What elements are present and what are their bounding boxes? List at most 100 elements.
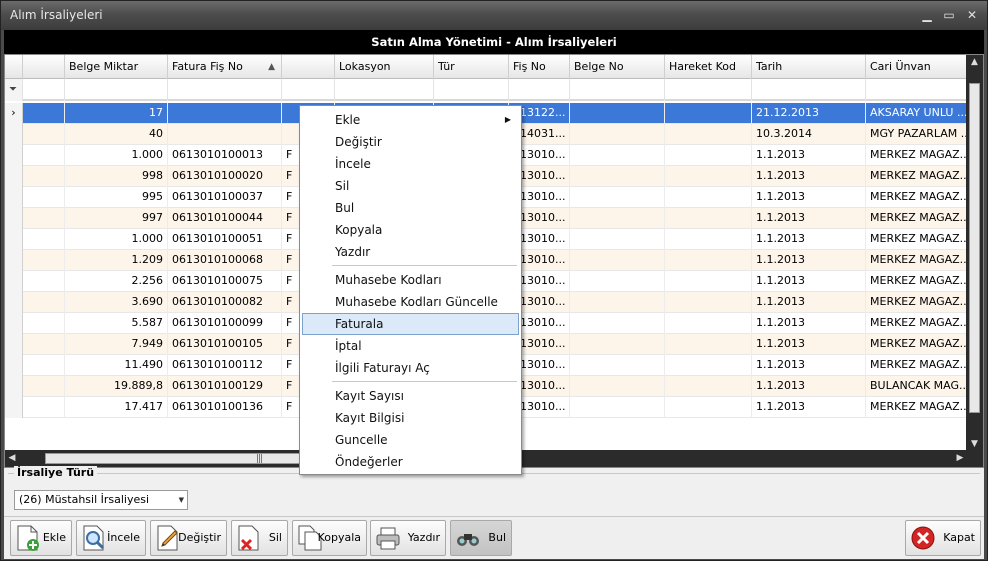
cell-tarih[interactable]: 1.1.2013 bbox=[752, 397, 866, 418]
filter-cell[interactable] bbox=[168, 79, 282, 101]
cell-belge-no[interactable] bbox=[570, 334, 665, 355]
menu-item-incele[interactable]: İncele bbox=[302, 153, 519, 175]
cell-tarih[interactable]: 1.1.2013 bbox=[752, 355, 866, 376]
filter-cell[interactable] bbox=[866, 79, 967, 101]
cell-blank[interactable] bbox=[23, 376, 65, 397]
cell-belge-no[interactable] bbox=[570, 124, 665, 145]
cell-belge-miktar[interactable]: 3.690 bbox=[65, 292, 168, 313]
cell-cari-unvan[interactable]: MERKEZ MAGAZ... bbox=[866, 397, 967, 418]
cell-belge-miktar[interactable]: 11.490 bbox=[65, 355, 168, 376]
close-window-button[interactable]: ✕ bbox=[964, 7, 980, 23]
cell-belge-no[interactable] bbox=[570, 355, 665, 376]
menu-item-ondegerler[interactable]: Öndeğerler bbox=[302, 451, 519, 473]
degistir-button[interactable]: Değiştir bbox=[150, 520, 227, 556]
cell-cari-unvan[interactable]: MERKEZ MAGAZ... bbox=[866, 187, 967, 208]
menu-item-ilgili-faturayi-ac[interactable]: İlgili Faturayı Aç bbox=[302, 357, 519, 379]
cell-hareket-kod[interactable] bbox=[665, 124, 752, 145]
cell-fatura-fis-no[interactable]: 0613010100051 bbox=[168, 229, 282, 250]
cell-belge-no[interactable] bbox=[570, 250, 665, 271]
menu-item-muhasebe-kodlari-guncelle[interactable]: Muhasebe Kodları Güncelle bbox=[302, 291, 519, 313]
window-titlebar[interactable]: Alım İrsaliyeleri ▁ ▭ ✕ bbox=[1, 1, 987, 30]
yazdir-button[interactable]: Yazdır bbox=[370, 520, 446, 556]
filter-cell[interactable] bbox=[282, 79, 335, 101]
cell-hareket-kod[interactable] bbox=[665, 145, 752, 166]
cell-blank[interactable] bbox=[23, 145, 65, 166]
column-header-blank[interactable] bbox=[23, 55, 65, 79]
cell-belge-no[interactable] bbox=[570, 166, 665, 187]
vertical-scrollbar[interactable]: ▲ ▼ bbox=[966, 55, 983, 451]
menu-item-kayit-bilgisi[interactable]: Kayıt Bilgisi bbox=[302, 407, 519, 429]
row-indicator[interactable] bbox=[5, 334, 23, 355]
cell-belge-miktar[interactable]: 17 bbox=[65, 103, 168, 124]
irsaliye-turu-select[interactable]: (26) Müstahsil İrsaliyesi ▼ bbox=[14, 490, 188, 510]
scroll-left-icon[interactable]: ◀ bbox=[5, 450, 19, 467]
cell-hareket-kod[interactable] bbox=[665, 334, 752, 355]
row-indicator[interactable] bbox=[5, 376, 23, 397]
cell-cari-unvan[interactable]: MERKEZ MAGAZ... bbox=[866, 145, 967, 166]
row-indicator[interactable] bbox=[5, 397, 23, 418]
cell-fatura-fis-no[interactable]: 0613010100105 bbox=[168, 334, 282, 355]
row-indicator[interactable] bbox=[5, 250, 23, 271]
cell-blank[interactable] bbox=[23, 103, 65, 124]
row-indicator[interactable] bbox=[5, 355, 23, 376]
scroll-right-icon[interactable]: ▶ bbox=[953, 450, 967, 467]
cell-cari-unvan[interactable]: MERKEZ MAGAZ... bbox=[866, 313, 967, 334]
menu-item-faturala[interactable]: Faturala bbox=[302, 313, 519, 335]
cell-hareket-kod[interactable] bbox=[665, 250, 752, 271]
cell-belge-no[interactable] bbox=[570, 229, 665, 250]
menu-item-guncelle[interactable]: Guncelle bbox=[302, 429, 519, 451]
cell-belge-no[interactable] bbox=[570, 103, 665, 124]
cell-belge-miktar[interactable]: 1.209 bbox=[65, 250, 168, 271]
cell-belge-no[interactable] bbox=[570, 271, 665, 292]
cell-tarih[interactable]: 1.1.2013 bbox=[752, 292, 866, 313]
cell-blank[interactable] bbox=[23, 397, 65, 418]
kapat-button[interactable]: Kapat bbox=[905, 520, 981, 556]
cell-belge-no[interactable] bbox=[570, 397, 665, 418]
cell-tarih[interactable]: 1.1.2013 bbox=[752, 145, 866, 166]
menu-item-muhasebe-kodlari[interactable]: Muhasebe Kodları bbox=[302, 269, 519, 291]
cell-cari-unvan[interactable]: MERKEZ MAGAZ... bbox=[866, 271, 967, 292]
cell-blank[interactable] bbox=[23, 271, 65, 292]
cell-tarih[interactable]: 10.3.2014 bbox=[752, 124, 866, 145]
cell-cari-unvan[interactable]: MERKEZ MAGAZ... bbox=[866, 334, 967, 355]
row-indicator[interactable]: › bbox=[5, 103, 23, 124]
cell-blank[interactable] bbox=[23, 124, 65, 145]
row-indicator[interactable] bbox=[5, 271, 23, 292]
cell-hareket-kod[interactable] bbox=[665, 292, 752, 313]
filter-row[interactable]: ⏷ bbox=[5, 79, 967, 101]
menu-item-iptal[interactable]: İptal bbox=[302, 335, 519, 357]
cell-fatura-fis-no[interactable] bbox=[168, 103, 282, 124]
cell-tarih[interactable]: 1.1.2013 bbox=[752, 313, 866, 334]
cell-blank[interactable] bbox=[23, 292, 65, 313]
column-header-fatura-fis-no[interactable]: Fatura Fiş No ▲ bbox=[168, 55, 282, 79]
cell-belge-miktar[interactable]: 40 bbox=[65, 124, 168, 145]
cell-belge-miktar[interactable]: 1.000 bbox=[65, 145, 168, 166]
menu-item-sil[interactable]: Sil bbox=[302, 175, 519, 197]
column-header-cari-unvan[interactable]: Cari Ünvan bbox=[866, 55, 967, 79]
cell-belge-miktar[interactable]: 17.417 bbox=[65, 397, 168, 418]
cell-hareket-kod[interactable] bbox=[665, 397, 752, 418]
filter-cell[interactable] bbox=[434, 79, 509, 101]
menu-item-degistir[interactable]: Değiştir bbox=[302, 131, 519, 153]
menu-item-bul[interactable]: Bul bbox=[302, 197, 519, 219]
minimize-button[interactable]: ▁ bbox=[919, 7, 935, 23]
column-header-tarih[interactable]: Tarih bbox=[752, 55, 866, 79]
cell-fatura-fis-no[interactable]: 0613010100136 bbox=[168, 397, 282, 418]
cell-tarih[interactable]: 1.1.2013 bbox=[752, 166, 866, 187]
column-header-fis-no[interactable]: Fiş No bbox=[509, 55, 570, 79]
cell-tarih[interactable]: 1.1.2013 bbox=[752, 229, 866, 250]
filter-cell[interactable] bbox=[570, 79, 665, 101]
cell-belge-no[interactable] bbox=[570, 187, 665, 208]
filter-cell[interactable] bbox=[509, 79, 570, 101]
cell-belge-miktar[interactable]: 7.949 bbox=[65, 334, 168, 355]
cell-blank[interactable] bbox=[23, 229, 65, 250]
menu-item-ekle[interactable]: Ekle ▶ bbox=[302, 109, 519, 131]
maximize-button[interactable]: ▭ bbox=[941, 7, 957, 23]
cell-belge-no[interactable] bbox=[570, 313, 665, 334]
cell-belge-no[interactable] bbox=[570, 292, 665, 313]
cell-cari-unvan[interactable]: MERKEZ MAGAZ... bbox=[866, 229, 967, 250]
column-header-lokasyon[interactable]: Lokasyon bbox=[335, 55, 434, 79]
row-indicator[interactable] bbox=[5, 229, 23, 250]
cell-blank[interactable] bbox=[23, 313, 65, 334]
cell-tarih[interactable]: 1.1.2013 bbox=[752, 271, 866, 292]
